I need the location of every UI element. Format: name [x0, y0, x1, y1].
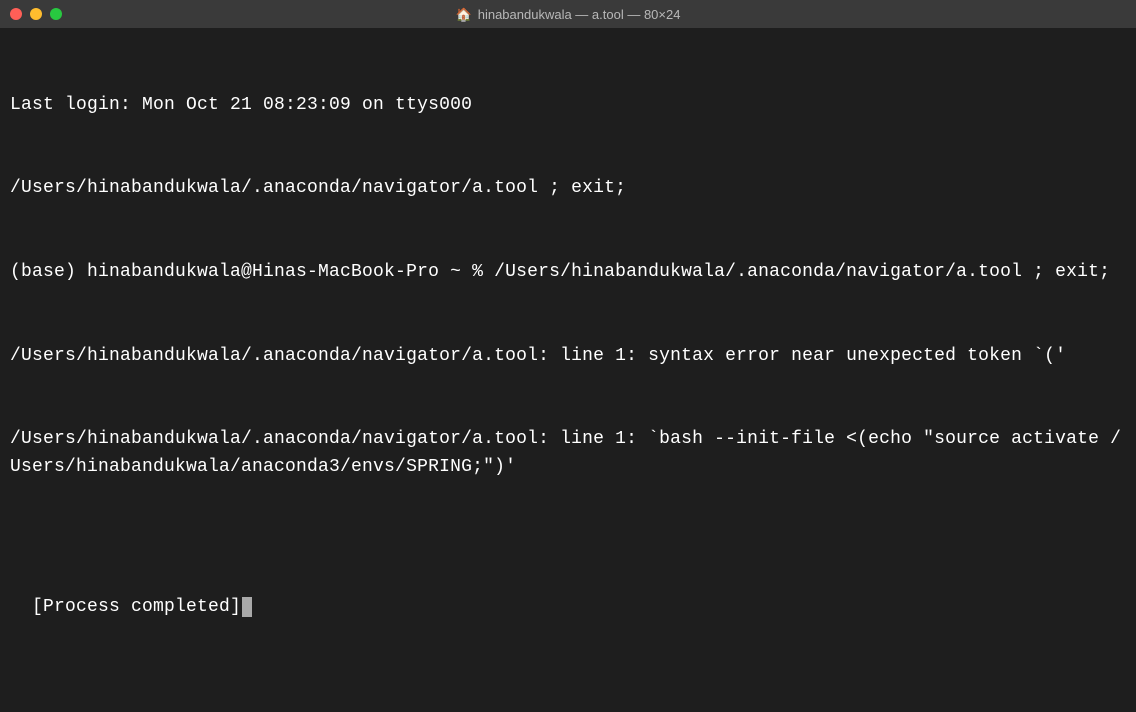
terminal-line: /Users/hinabandukwala/.anaconda/navigato…: [10, 426, 1126, 482]
cursor-icon: [242, 597, 252, 617]
terminal-line: Last login: Mon Oct 21 08:23:09 on ttys0…: [10, 92, 1126, 120]
terminal-blank-line: [10, 538, 1126, 566]
home-icon: 🏠: [456, 8, 472, 21]
minimize-button[interactable]: [30, 8, 42, 20]
window-title-text: hinabandukwala — a.tool — 80×24: [478, 7, 681, 22]
terminal-line: /Users/hinabandukwala/.anaconda/navigato…: [10, 343, 1126, 371]
terminal-line: [Process completed]: [32, 597, 241, 617]
terminal-output[interactable]: Last login: Mon Oct 21 08:23:09 on ttys0…: [0, 28, 1136, 630]
window-title: 🏠 hinabandukwala — a.tool — 80×24: [456, 7, 681, 22]
terminal-prompt-line: (base) hinabandukwala@Hinas-MacBook-Pro …: [10, 259, 1126, 287]
close-button[interactable]: [10, 8, 22, 20]
window-title-bar: 🏠 hinabandukwala — a.tool — 80×24: [0, 0, 1136, 28]
traffic-lights: [10, 8, 62, 20]
terminal-line: /Users/hinabandukwala/.anaconda/navigato…: [10, 175, 1126, 203]
maximize-button[interactable]: [50, 8, 62, 20]
